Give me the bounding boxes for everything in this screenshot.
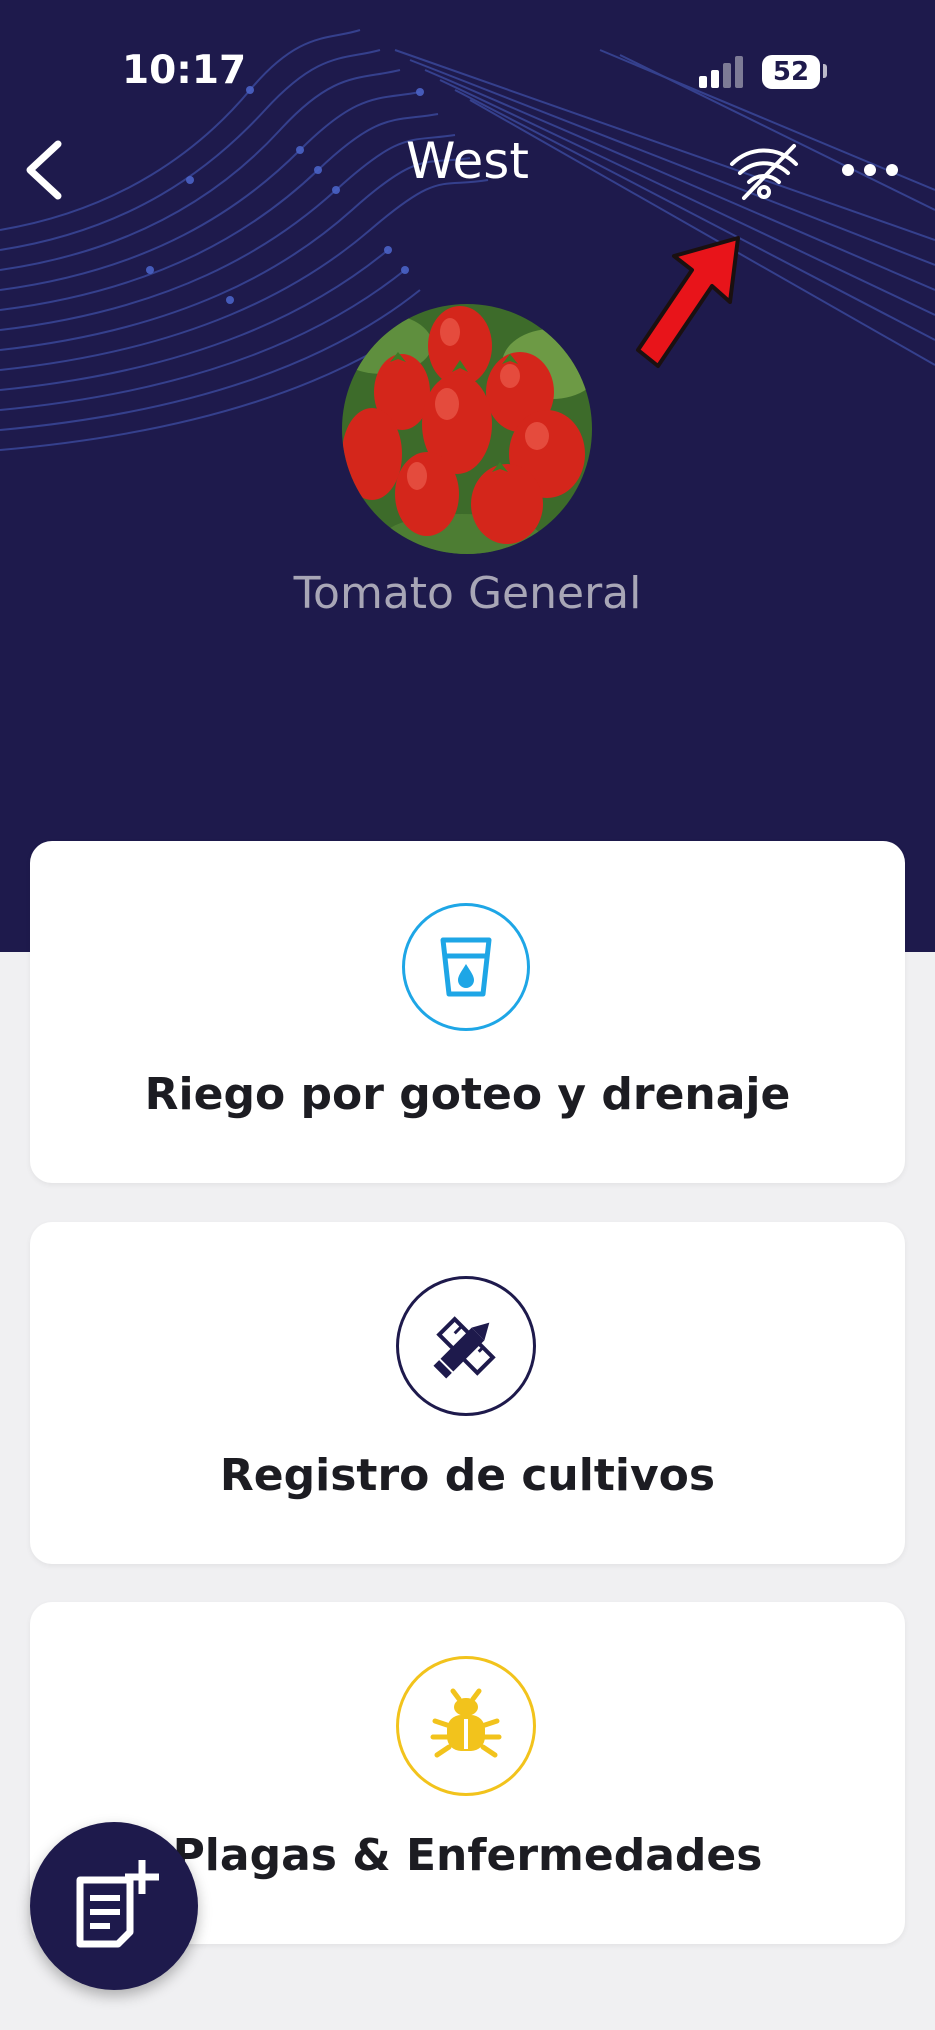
crop-name: Tomato General <box>293 568 642 619</box>
more-horizontal-icon <box>842 164 898 176</box>
card-icon-circle <box>396 1656 536 1796</box>
header: 10:17 52 West Tomato General <box>0 0 935 952</box>
red-arrow-annotation <box>636 236 740 368</box>
water-glass-icon <box>440 937 492 997</box>
note-add-icon <box>76 1860 159 1948</box>
bug-icon <box>430 1688 502 1758</box>
battery-tip <box>823 64 827 78</box>
more-options-button[interactable] <box>840 150 900 190</box>
status-time: 10:17 <box>122 48 247 93</box>
add-note-fab[interactable] <box>30 1822 198 1990</box>
signal-strength-icon <box>699 56 743 88</box>
tomato-image <box>342 304 592 554</box>
wifi-off-icon <box>730 144 798 200</box>
crop-photo <box>342 304 592 554</box>
card-crop-records[interactable]: Registro de cultivos <box>30 1222 905 1564</box>
pencil-ruler-icon <box>433 1316 496 1379</box>
card-drip-irrigation[interactable]: Riego por goteo y drenaje <box>30 841 905 1183</box>
card-icon-circle <box>396 1276 536 1416</box>
battery-indicator: 52 <box>762 55 820 89</box>
card-label: Riego por goteo y drenaje <box>144 1069 791 1120</box>
wifi-off-button[interactable] <box>726 140 802 202</box>
card-label: Registro de cultivos <box>219 1450 716 1501</box>
card-icon-circle <box>402 903 530 1031</box>
